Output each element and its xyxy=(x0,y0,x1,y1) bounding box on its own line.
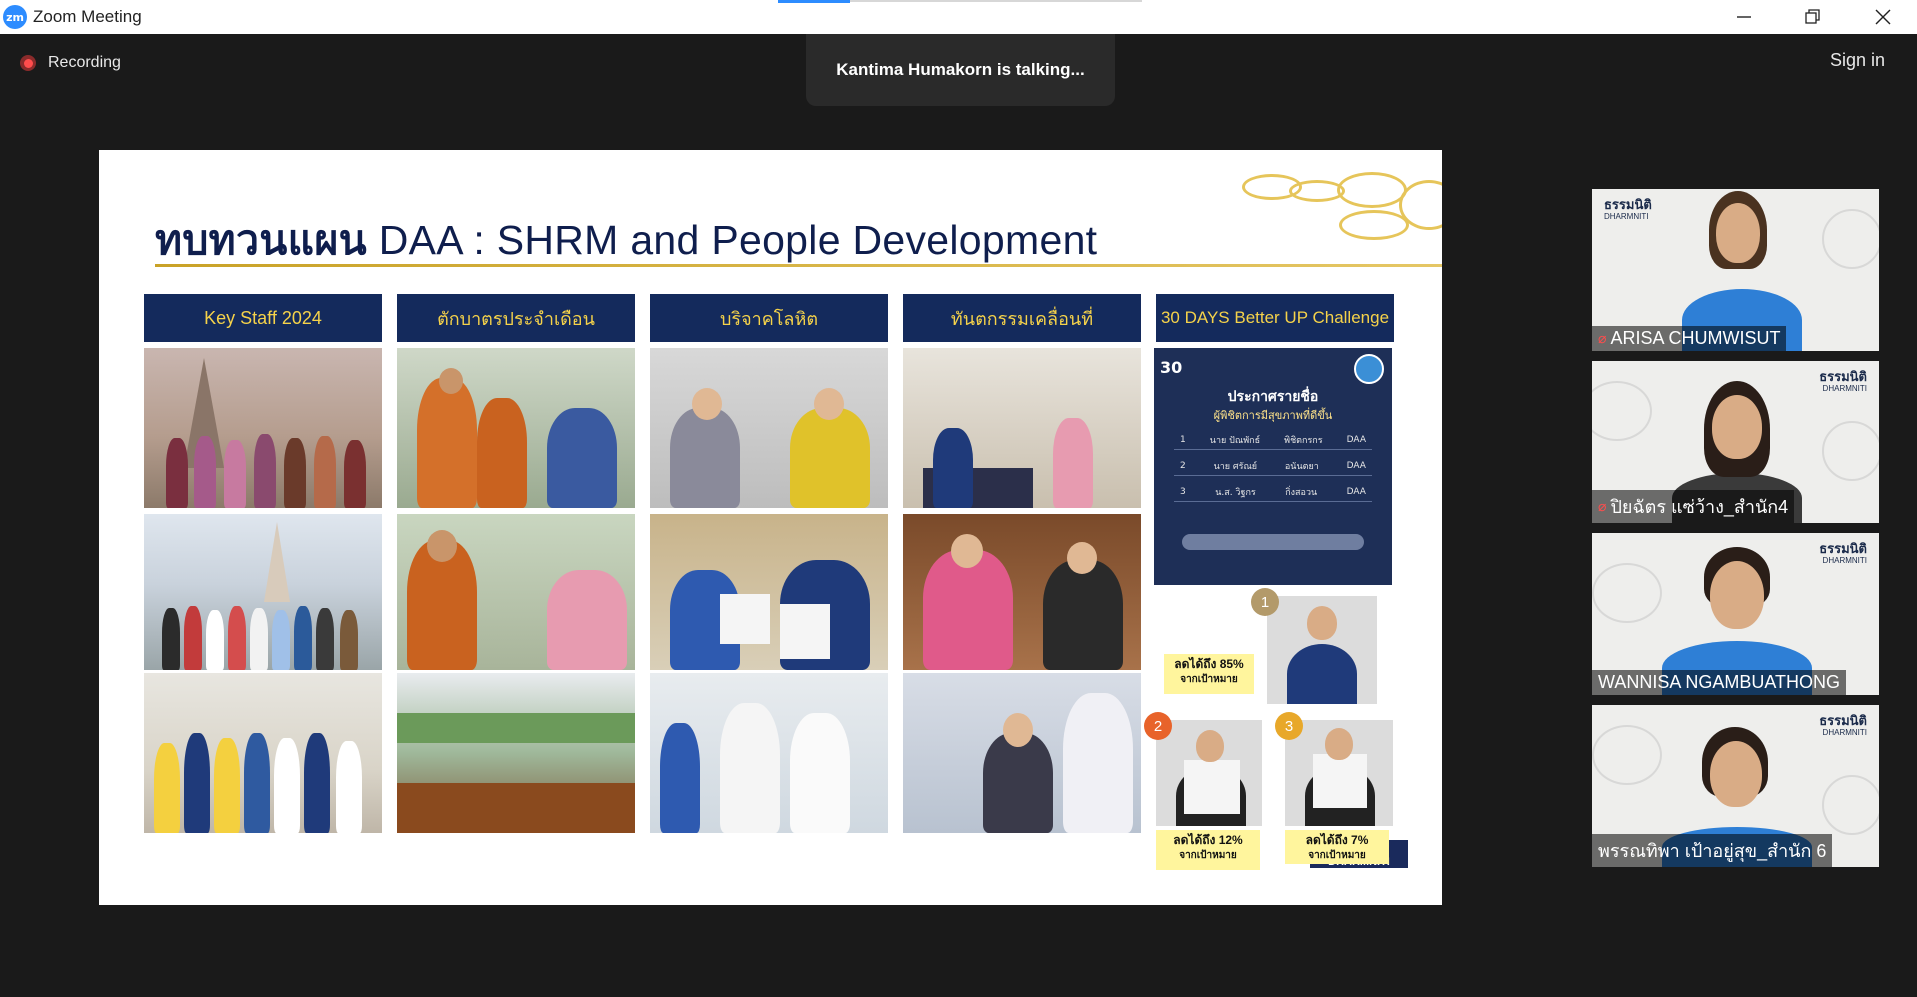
participant-tile-3[interactable]: ธรรมนิติ DHARMNITI WANNISA NGAMBUATHONG xyxy=(1592,533,1879,695)
dragon-pattern-icon xyxy=(1822,421,1879,481)
minimize-button[interactable] xyxy=(1710,0,1778,34)
dragon-pattern-icon xyxy=(1592,381,1652,441)
challenge-winners-poster: 30 ประกาศรายชื่อ ผู้พิชิตการมีสุขภาพที่ด… xyxy=(1154,348,1392,585)
dragon-pattern-icon xyxy=(1822,209,1879,269)
rank-badge-1: 1 xyxy=(1251,588,1279,616)
photo-alms-giving-3 xyxy=(397,673,635,833)
poster-subtitle: ผู้พิชิตการมีสุขภาพที่ดีขึ้น xyxy=(1213,410,1333,422)
company-seal-icon xyxy=(1354,354,1384,384)
restore-button[interactable] xyxy=(1778,0,1846,34)
winner-note-2: ลดได้ถึง 12% จากเป้าหมาย xyxy=(1156,830,1260,870)
winner-photo-1 xyxy=(1267,596,1377,704)
participant-name-label: พรรณทิพา เป้าอยู่สุข_สำนัก 6 xyxy=(1592,834,1833,867)
zoom-logo-icon: zm xyxy=(3,5,27,29)
photo-alms-giving-2 xyxy=(397,514,635,670)
dharmniti-logo: ธรรมนิติ DHARMNITI xyxy=(1819,713,1867,737)
winner-photo-3 xyxy=(1285,720,1393,826)
poster-row: 1 นาย ปัณพักธ์ พิชิตกรกร DAA xyxy=(1174,430,1372,450)
dragon-pattern-icon xyxy=(1592,563,1662,623)
recording-indicator[interactable]: Recording xyxy=(20,54,121,72)
participant-name-label: ⌀ ปิยฉัตร แซ่ว้าง_สำนัก4 xyxy=(1592,490,1795,523)
mic-muted-icon: ⌀ xyxy=(1598,330,1607,346)
slide-title-thai: ทบทวนแผน xyxy=(155,217,368,263)
column-header-key-staff: Key Staff 2024 xyxy=(144,294,382,342)
photo-blood-donation-1 xyxy=(650,348,888,508)
dragon-pattern-icon xyxy=(1592,725,1662,785)
dragon-pattern-icon xyxy=(1822,775,1879,835)
poster-title: ประกาศรายชื่อ xyxy=(1227,388,1319,404)
winner-note-1: ลดได้ถึง 85% จากเป้าหมาย xyxy=(1164,654,1254,694)
cloud-ornament-icon xyxy=(1337,172,1407,208)
recording-icon xyxy=(20,55,36,71)
photo-alms-giving-1 xyxy=(397,348,635,508)
dharmniti-logo: ธรรมนิติ DHARMNITI xyxy=(1819,369,1867,393)
participant-tile-2[interactable]: ธรรมนิติ DHARMNITI ⌀ ปิยฉัตร แซ่ว้าง_สำนั… xyxy=(1592,361,1879,523)
close-window-button[interactable] xyxy=(1849,0,1917,34)
view-tab-track xyxy=(850,0,1142,2)
minimize-icon xyxy=(1737,16,1751,18)
cloud-ornament-icon xyxy=(1339,210,1409,240)
photo-mobile-dental-1 xyxy=(903,348,1141,508)
column-header-mobile-dental: ทันตกรรมเคลื่อนที่ xyxy=(903,294,1141,342)
photo-blood-donation-2 xyxy=(650,514,888,670)
photo-mobile-dental-2 xyxy=(903,514,1141,670)
poster-banner xyxy=(1182,534,1364,550)
photo-key-staff-group xyxy=(144,673,382,833)
shared-screen-slide: ทบทวนแผน DAA : SHRM and People Developme… xyxy=(99,150,1442,905)
participant-tile-4[interactable]: ธรรมนิติ DHARMNITI พรรณทิพา เป้าอยู่สุข_ส… xyxy=(1592,705,1879,867)
close-icon xyxy=(1875,9,1891,25)
winner-note-3: ลดได้ถึง 7% จากเป้าหมาย xyxy=(1285,830,1389,864)
recording-label: Recording xyxy=(48,54,121,71)
participant-name-label: WANNISA NGAMBUATHONG xyxy=(1592,670,1847,695)
participant-tile-1[interactable]: ธรรมนิติ DHARMNITI ⌀ ARISA CHUMWISUT xyxy=(1592,189,1879,351)
winner-photo-2 xyxy=(1156,720,1262,826)
column-header-alms-giving: ตักบาตรประจำเดือน xyxy=(397,294,635,342)
active-speaker-banner: Kantima Humakorn is talking... xyxy=(806,34,1115,106)
rank-badge-3: 3 xyxy=(1275,712,1303,740)
photo-mobile-dental-3 xyxy=(903,673,1141,833)
photo-blood-donation-3 xyxy=(650,673,888,833)
column-header-blood-donation: บริจาคโลหิต xyxy=(650,294,888,342)
dharmniti-logo: ธรรมนิติ DHARMNITI xyxy=(1819,541,1867,565)
rank-badge-2: 2 xyxy=(1144,712,1172,740)
poster-row: 2 นาย ศรัณย์ อนันตยา DAA xyxy=(1174,456,1372,476)
slide-title-english: DAA : SHRM and People Development xyxy=(367,217,1098,263)
sign-in-button[interactable]: Sign in xyxy=(1830,50,1885,71)
photo-key-staff-castle xyxy=(144,514,382,670)
dharmniti-logo: ธรรมนิติ DHARMNITI xyxy=(1604,197,1652,221)
window-title: Zoom Meeting xyxy=(33,7,142,26)
window-titlebar: zm Zoom Meeting xyxy=(0,0,1917,34)
title-underline xyxy=(155,264,1442,267)
view-tab-indicator xyxy=(778,0,850,3)
poster-row: 3 น.ส. วิฐกร กิ่งสอวน DAA xyxy=(1174,482,1372,502)
column-header-better-up: 30 DAYS Better UP Challenge xyxy=(1156,294,1394,342)
restore-icon xyxy=(1805,9,1820,24)
photo-key-staff-temple xyxy=(144,348,382,508)
participant-name-label: ⌀ ARISA CHUMWISUT xyxy=(1592,326,1787,351)
mic-muted-icon: ⌀ xyxy=(1598,498,1607,514)
poster-logo: 30 xyxy=(1160,358,1183,377)
